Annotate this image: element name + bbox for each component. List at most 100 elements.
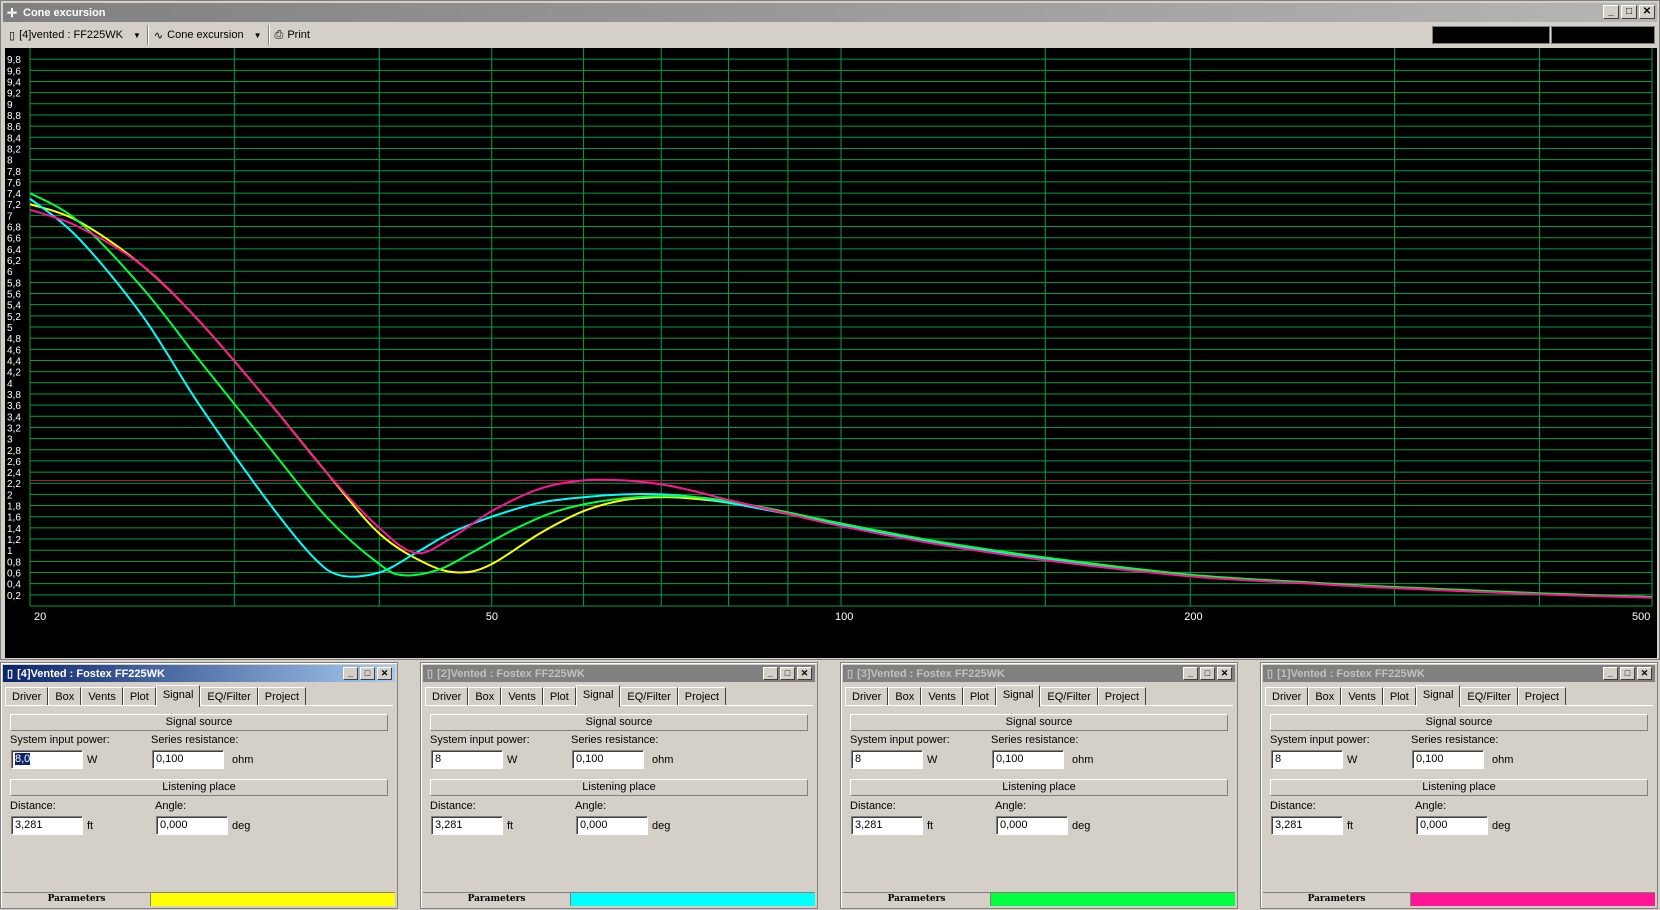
view-select[interactable]: ∿ Cone excursion ▼ — [148, 25, 269, 45]
tab-vents[interactable]: Vents — [1341, 687, 1383, 706]
window-titlebar[interactable]: ✛ Cone excursion _ □ ✕ — [3, 3, 1657, 22]
signal-source-header: Signal source — [430, 714, 808, 731]
minimize-button[interactable]: _ — [1603, 5, 1619, 19]
cone-excursion-plot[interactable]: 0,2 0,4 0,6 0,8 1 1,2 1,4 1,6 1,8 2 2,2 2,4 2,6 2,8 3 3… — [5, 48, 1657, 658]
tab-driver[interactable]: Driver — [425, 687, 469, 706]
angle-label: Angle: — [155, 800, 187, 812]
listening-place-header: Listening place — [850, 779, 1228, 796]
maximize-button[interactable]: □ — [1621, 5, 1637, 19]
system-input-power-field[interactable]: 8 — [1271, 750, 1343, 769]
series-resistance-field[interactable]: 0,100 — [152, 750, 224, 769]
print-button[interactable]: ⎙ Print — [269, 25, 316, 45]
panel-title: [3]Vented : Fostex FF225WK — [857, 667, 1005, 680]
tab-vents[interactable]: Vents — [81, 687, 123, 706]
distance-field[interactable]: 3,281 — [851, 816, 923, 835]
close-button[interactable]: ✕ — [1217, 667, 1232, 680]
tab-signal[interactable]: Signal — [155, 685, 201, 707]
tab-project[interactable]: Project — [1097, 687, 1147, 706]
panel-tabs: Driver Box Vents Plot Signal EQ/Filter Project — [1265, 685, 1567, 707]
angle-field[interactable]: 0,000 — [576, 816, 648, 835]
angle-field[interactable]: 0,000 — [156, 816, 228, 835]
unit-ft-label: ft — [507, 820, 514, 832]
tab-plot[interactable]: Plot — [542, 687, 576, 706]
maximize-button[interactable]: □ — [780, 667, 795, 680]
tab-eq-filter[interactable]: EQ/Filter — [200, 687, 258, 706]
angle-field[interactable]: 0,000 — [1416, 816, 1488, 835]
angle-field[interactable]: 0,000 — [996, 816, 1068, 835]
series-resistance-label: Series resistance: — [571, 734, 659, 746]
panel-titlebar[interactable]: ▯ [4]Vented : Fostex FF225WK _ □ ✕ — [3, 665, 395, 682]
panel-titlebar[interactable]: ▯ [2]Vented : Fostex FF225WK _ □ ✕ — [423, 665, 815, 682]
readout-box-2 — [1551, 26, 1655, 44]
driver-panel: ▯ [3]Vented : Fostex FF225WK _ □ ✕ Drive… — [840, 662, 1238, 909]
tab-vents[interactable]: Vents — [501, 687, 543, 706]
tab-project[interactable]: Project — [257, 687, 307, 706]
minimize-button[interactable]: _ — [343, 667, 358, 680]
tab-plot[interactable]: Plot — [122, 687, 156, 706]
distance-field[interactable]: 3,281 — [11, 816, 83, 835]
tab-project[interactable]: Project — [1517, 687, 1567, 706]
tab-signal[interactable]: Signal — [995, 685, 1041, 707]
maximize-button[interactable]: □ — [1200, 667, 1215, 680]
tab-signal[interactable]: Signal — [575, 685, 621, 707]
driver-panel: ▯ [2]Vented : Fostex FF225WK _ □ ✕ Drive… — [420, 662, 818, 909]
tab-vents[interactable]: Vents — [921, 687, 963, 706]
system-input-power-field[interactable]: 8 — [431, 750, 503, 769]
y-tick-label: 6,2 — [7, 256, 21, 267]
maximize-button[interactable]: □ — [1620, 667, 1635, 680]
unit-deg-label: deg — [652, 820, 671, 832]
project-select[interactable]: ▯ [4]vented : FF225WK ▼ — [3, 25, 148, 45]
minimize-button[interactable]: _ — [1603, 667, 1618, 680]
tab-eq-filter[interactable]: EQ/Filter — [620, 687, 678, 706]
tab-driver[interactable]: Driver — [5, 687, 49, 706]
series-resistance-field[interactable]: 0,100 — [992, 750, 1064, 769]
panel-titlebar[interactable]: ▯ [3]Vented : Fostex FF225WK _ □ ✕ — [843, 665, 1235, 682]
tab-driver[interactable]: Driver — [1265, 687, 1309, 706]
tab-plot[interactable]: Plot — [962, 687, 996, 706]
close-button[interactable]: ✕ — [797, 667, 812, 680]
maximize-button[interactable]: □ — [360, 667, 375, 680]
tab-plot[interactable]: Plot — [1382, 687, 1416, 706]
tab-signal[interactable]: Signal — [1415, 685, 1461, 707]
y-tick-label: 3 — [7, 435, 13, 446]
y-tick-label: 2,2 — [7, 479, 21, 490]
y-tick-label: 2,6 — [7, 457, 21, 468]
y-tick-label: 5,4 — [7, 301, 21, 312]
tab-box[interactable]: Box — [888, 687, 922, 706]
series-resistance-field[interactable]: 0,100 — [1412, 750, 1484, 769]
x-tick-label: 500 — [1632, 611, 1650, 623]
system-input-power-field[interactable]: 8,0 — [11, 750, 83, 769]
close-button[interactable]: ✕ — [377, 667, 392, 680]
tab-eq-filter[interactable]: EQ/Filter — [1040, 687, 1098, 706]
tab-box[interactable]: Box — [468, 687, 502, 706]
tab-box[interactable]: Box — [48, 687, 82, 706]
panel-title: [2]Vented : Fostex FF225WK — [437, 667, 585, 680]
close-button[interactable]: ✕ — [1637, 667, 1652, 680]
unit-w-label: W — [927, 754, 938, 766]
y-tick-label: 7,4 — [7, 189, 21, 200]
y-tick-label: 1,6 — [7, 513, 21, 524]
printer-icon: ⎙ — [274, 28, 284, 41]
minimize-button[interactable]: _ — [763, 667, 778, 680]
series-resistance-field[interactable]: 0,100 — [572, 750, 644, 769]
tab-eq-filter[interactable]: EQ/Filter — [1460, 687, 1518, 706]
distance-field[interactable]: 3,281 — [431, 816, 503, 835]
panel-titlebar[interactable]: ▯ [1]Vented : Fostex FF225WK _ □ ✕ — [1263, 665, 1655, 682]
tab-project[interactable]: Project — [677, 687, 727, 706]
signal-source-header: Signal source — [10, 714, 388, 731]
tab-driver[interactable]: Driver — [845, 687, 889, 706]
y-tick-label: 1,8 — [7, 502, 21, 513]
y-tick-label: 6,8 — [7, 223, 21, 234]
angle-label: Angle: — [1415, 800, 1447, 812]
y-tick-label: 7,6 — [7, 178, 21, 189]
x-tick-label: 50 — [486, 611, 498, 623]
y-tick-label: 9,2 — [7, 89, 21, 100]
system-input-power-field[interactable]: 8 — [851, 750, 923, 769]
close-button[interactable]: ✕ — [1639, 5, 1655, 19]
minimize-button[interactable]: _ — [1183, 667, 1198, 680]
tab-box[interactable]: Box — [1308, 687, 1342, 706]
unit-deg-label: deg — [1492, 820, 1511, 832]
y-tick-label: 9 — [7, 100, 13, 111]
distance-field[interactable]: 3,281 — [1271, 816, 1343, 835]
y-tick-label: 3,4 — [7, 412, 21, 423]
